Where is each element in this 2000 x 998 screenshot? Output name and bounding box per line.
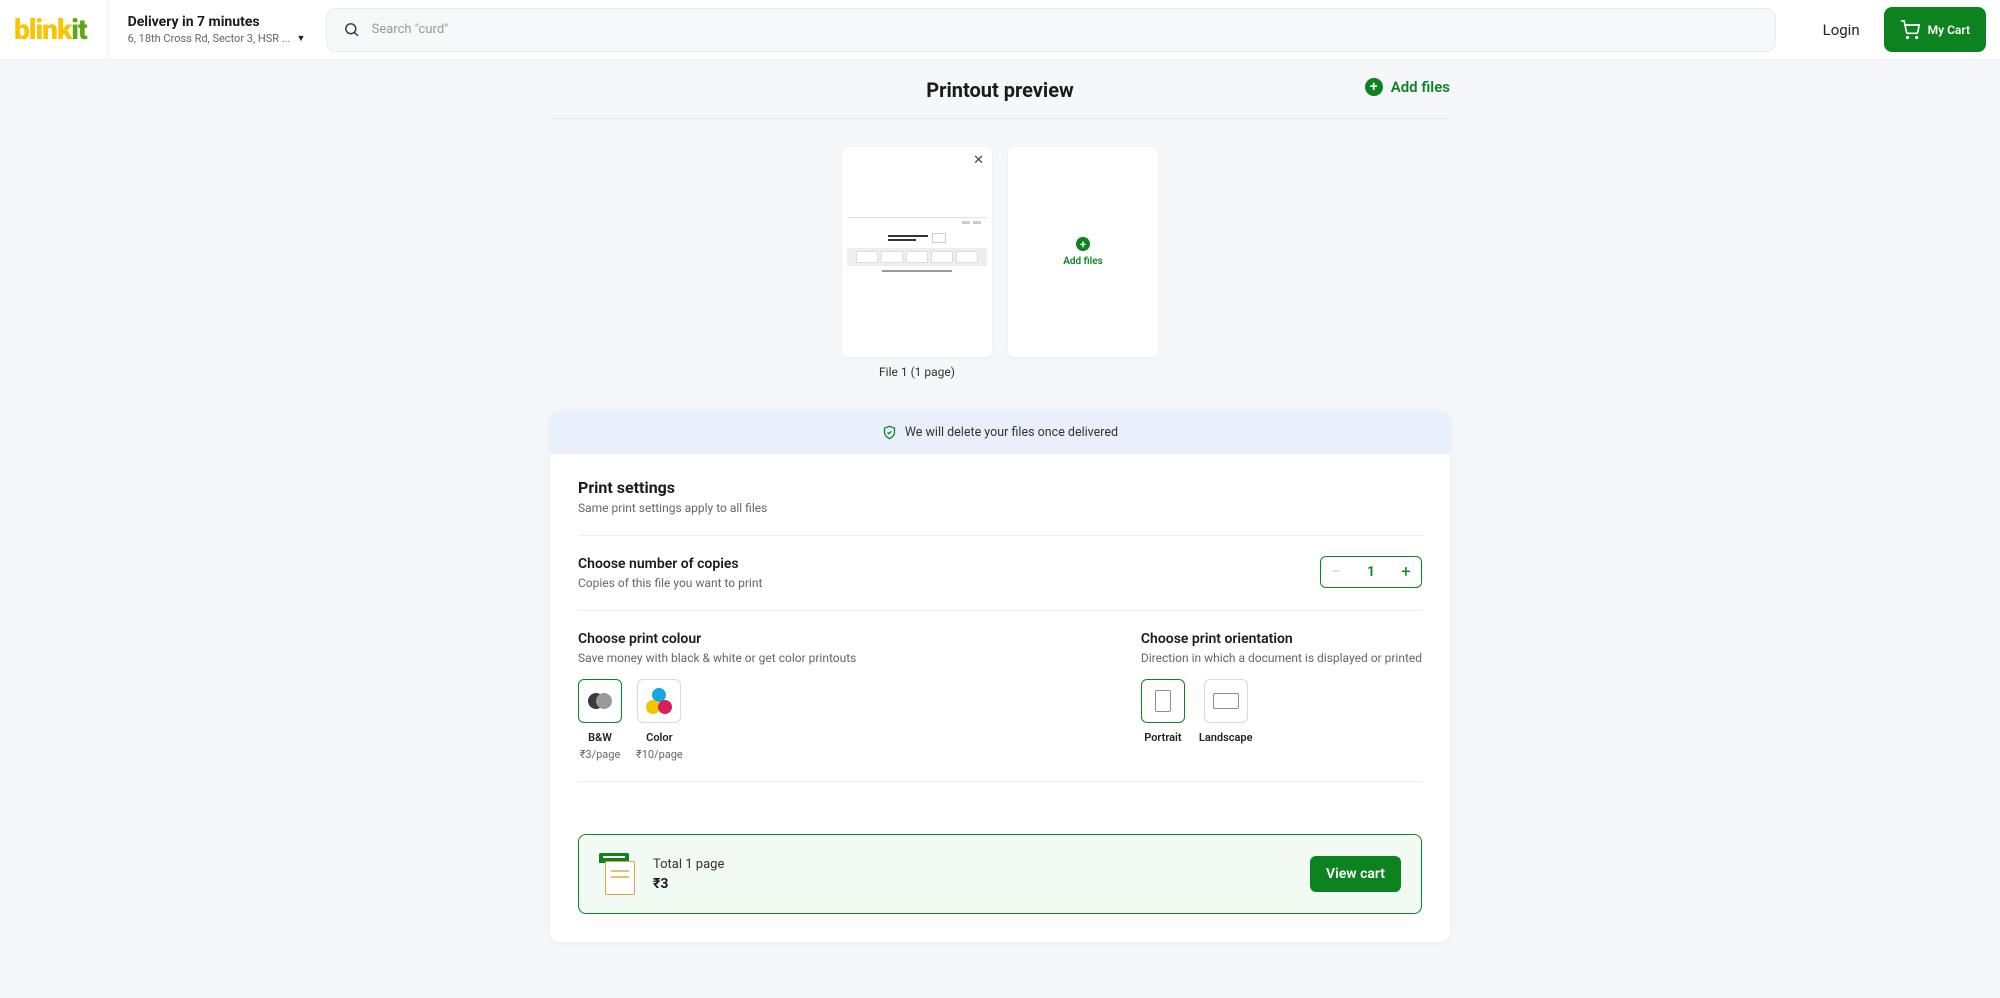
bw-icon [588, 689, 612, 713]
portrait-icon [1155, 690, 1171, 712]
divider [578, 610, 1422, 611]
colour-option-color[interactable]: Color ₹10/page [636, 679, 683, 761]
decrement-button[interactable]: − [1321, 557, 1351, 587]
cart-icon [1900, 20, 1920, 40]
landscape-icon [1213, 693, 1239, 709]
search-icon [343, 21, 360, 38]
delivery-eta: Delivery in 7 minutes [128, 14, 308, 30]
color-icon [646, 688, 672, 714]
orientation-option-landscape[interactable]: Landscape [1199, 679, 1253, 744]
copies-value: 1 [1351, 564, 1391, 580]
plus-circle-icon: + [1076, 237, 1090, 251]
delivery-address: 6, 18th Cross Rd, Sector 3, HSR ... ▼ [128, 32, 308, 45]
file-preview-card[interactable]: ✕ File 1 (1 page) [842, 147, 992, 357]
search-bar[interactable] [326, 8, 1776, 52]
summary-pages: Total 1 page [653, 857, 724, 872]
divider [107, 0, 108, 60]
divider [578, 535, 1422, 536]
file-caption: File 1 (1 page) [842, 365, 992, 379]
copies-title: Choose number of copies [578, 556, 762, 572]
copies-subtitle: Copies of this file you want to print [578, 576, 762, 590]
colour-option-bw[interactable]: B&W ₹3/page [578, 679, 622, 761]
site-header: blinkit Delivery in 7 minutes 6, 18th Cr… [0, 0, 2000, 60]
divider [550, 118, 1450, 119]
shield-icon [882, 425, 897, 440]
settings-title: Print settings [578, 478, 1422, 497]
print-settings-panel: We will delete your files once delivered… [550, 411, 1450, 942]
add-files-card[interactable]: + Add files [1008, 147, 1158, 357]
increment-button[interactable]: + [1391, 557, 1421, 587]
close-icon[interactable]: ✕ [973, 153, 984, 168]
settings-subtitle: Same print settings apply to all files [578, 501, 1422, 515]
orientation-option-portrait[interactable]: Portrait [1141, 679, 1185, 744]
orientation-title: Choose print orientation [1141, 631, 1422, 647]
search-input[interactable] [372, 22, 1759, 37]
file-previews: ✕ File 1 (1 page) + Add files [550, 147, 1450, 357]
chevron-down-icon: ▼ [296, 33, 305, 44]
brand-logo[interactable]: blinkit [14, 13, 87, 46]
copies-stepper: − 1 + [1320, 556, 1422, 588]
add-files-button[interactable]: + Add files [1365, 78, 1450, 96]
orientation-section: Choose print orientation Direction in wh… [1141, 631, 1422, 761]
orientation-subtitle: Direction in which a document is display… [1141, 651, 1422, 665]
delivery-location[interactable]: Delivery in 7 minutes 6, 18th Cross Rd, … [128, 14, 308, 45]
preview-section: Printout preview + Add files ✕ File 1 (1… [0, 60, 2000, 385]
divider [578, 781, 1422, 782]
colour-title: Choose print colour [578, 631, 856, 647]
colour-section: Choose print colour Save money with blac… [578, 631, 856, 761]
plus-circle-icon: + [1365, 78, 1383, 96]
page-title: Printout preview [550, 78, 1450, 102]
document-icon [599, 853, 635, 895]
view-cart-button[interactable]: View cart [1310, 856, 1401, 892]
colour-subtitle: Save money with black & white or get col… [578, 651, 856, 665]
copies-row: Choose number of copies Copies of this f… [578, 556, 1422, 590]
summary-bar: Total 1 page ₹3 View cart [578, 834, 1422, 914]
document-thumbnail [847, 217, 987, 274]
login-link[interactable]: Login [1783, 21, 1860, 39]
my-cart-button[interactable]: My Cart [1884, 7, 1986, 52]
privacy-banner: We will delete your files once delivered [550, 411, 1450, 454]
summary-price: ₹3 [653, 876, 724, 892]
